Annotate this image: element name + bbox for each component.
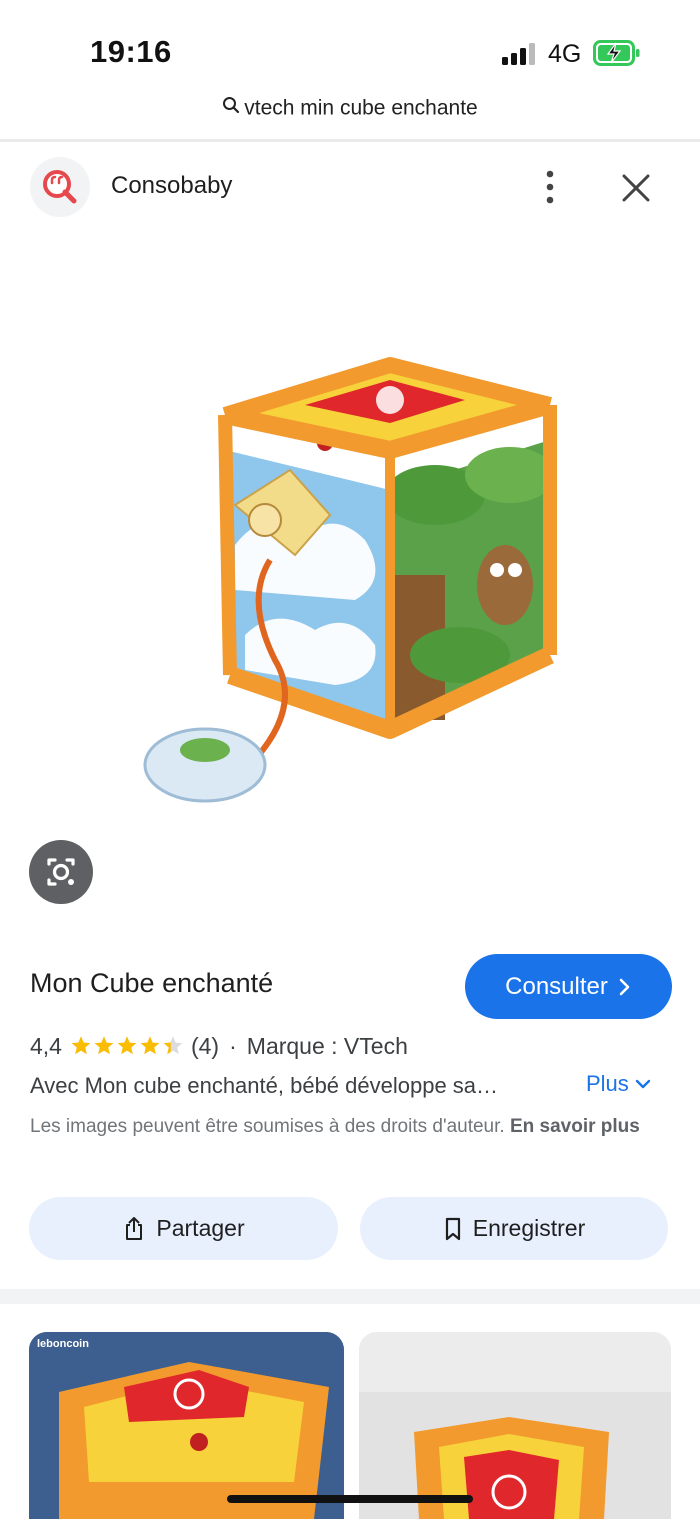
separator: · [229, 1032, 237, 1059]
section-separator [0, 1289, 700, 1304]
related-image-1[interactable]: leboncoin [29, 1332, 344, 1519]
chevron-right-icon [619, 978, 630, 995]
star-rating [70, 1035, 185, 1057]
save-button[interactable]: Enregistrer [360, 1197, 668, 1260]
review-count[interactable]: (4) [191, 1033, 219, 1060]
copyright-text: Les images peuvent être soumises à des d… [30, 1116, 505, 1137]
close-icon[interactable] [618, 170, 654, 206]
battery-charging-icon [593, 40, 641, 66]
thumb-source-label: leboncoin [37, 1338, 89, 1350]
share-label: Partager [156, 1215, 245, 1241]
learn-more-link[interactable]: En savoir plus [510, 1116, 640, 1137]
status-bar: 19:16 4G [0, 0, 700, 90]
product-description: Avec Mon cube enchanté, bébé développe s… [30, 1073, 499, 1098]
rating-row: 4,4 (4) · Marque : VTech [30, 1030, 408, 1062]
lens-search-button[interactable] [29, 840, 93, 904]
copyright-notice: Les images peuvent être soumises à des d… [30, 1112, 675, 1141]
more-label: Plus [586, 1071, 629, 1096]
lens-icon [47, 858, 75, 886]
brand-label: Marque : VTech [246, 1032, 408, 1059]
star-icon [140, 1036, 160, 1055]
product-title: Mon Cube enchanté [30, 968, 274, 998]
chevron-down-icon [635, 1079, 650, 1089]
share-icon [126, 1216, 143, 1240]
description-row: Avec Mon cube enchanté, bébé développe s… [30, 1071, 670, 1103]
search-query: vtech min cube enchante [244, 96, 478, 120]
more-options-icon[interactable] [535, 169, 565, 205]
share-button[interactable]: Partager [29, 1197, 338, 1260]
related-image-2[interactable] [359, 1332, 671, 1519]
source-header: Consobaby [0, 155, 700, 219]
save-label: Enregistrer [472, 1215, 586, 1241]
more-button[interactable]: Plus [586, 1071, 651, 1097]
search-icon [222, 96, 240, 120]
consult-button[interactable]: Consulter [465, 954, 672, 1019]
source-logo[interactable] [30, 157, 90, 217]
url-bar[interactable]: vtech min cube enchante [0, 96, 700, 130]
network-type: 4G [548, 40, 582, 68]
rating-value: 4,4 [30, 1032, 62, 1059]
star-icon [94, 1036, 114, 1055]
divider [0, 139, 700, 142]
star-icon [71, 1036, 91, 1055]
product-image[interactable] [125, 345, 575, 815]
bookmark-icon [445, 1217, 460, 1240]
status-time: 19:16 [90, 34, 172, 69]
signal-icon [502, 43, 538, 65]
source-name[interactable]: Consobaby [111, 172, 232, 200]
consult-label: Consulter [505, 972, 608, 1000]
home-indicator[interactable] [227, 1495, 473, 1503]
star-icon [117, 1036, 137, 1055]
star-icon [163, 1036, 183, 1055]
